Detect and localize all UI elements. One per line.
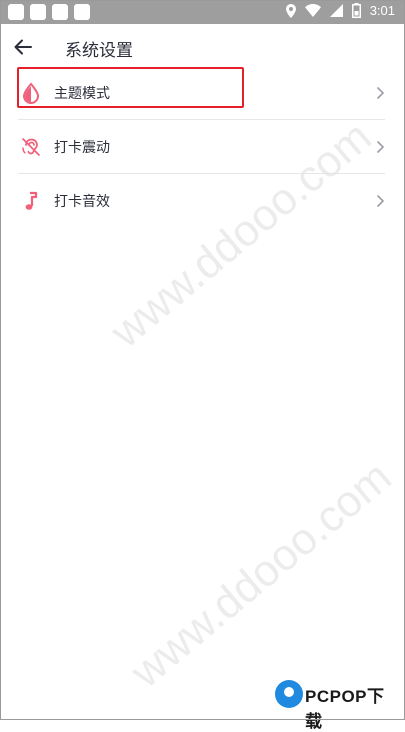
wifi-icon [304,4,321,17]
setting-label: 主题模式 [54,86,110,102]
top-bar: 系统设置 [0,24,405,70]
location-icon [285,3,296,18]
highlight-box [17,67,244,108]
notification-icon [74,4,90,20]
setting-checkin-vibration[interactable]: 打卡震动 [0,120,405,174]
water-drop-icon [22,82,40,104]
logo-text: PCPOP下载 [305,687,385,731]
notification-icon [52,4,68,20]
watermark: www.ddooo.com [121,452,401,698]
status-bar: 3:01 [0,0,405,24]
back-button[interactable] [12,36,38,58]
setting-label: 打卡音效 [54,194,110,210]
pcpop-logo: PCPOP下载 [273,678,401,731]
page-title: 系统设置 [65,41,133,61]
notification-icons [8,4,90,20]
chevron-right-icon [377,141,384,153]
setting-theme-mode[interactable]: 主题模式 [0,66,405,120]
arrow-left-icon [14,39,32,55]
chevron-right-icon [377,195,384,207]
settings-list: 主题模式 打卡震动 打卡音效 [0,66,405,228]
notification-icon [30,4,46,20]
clock: 3:01 [369,3,395,18]
chevron-right-icon [377,87,384,99]
battery-icon [351,3,361,18]
music-note-icon [25,191,38,210]
logo-mark [275,680,303,708]
setting-checkin-sound[interactable]: 打卡音效 [0,174,405,228]
notification-icon [8,4,24,20]
signal-icon [329,4,343,17]
vibration-off-icon [22,138,40,156]
setting-label: 打卡震动 [54,140,110,156]
